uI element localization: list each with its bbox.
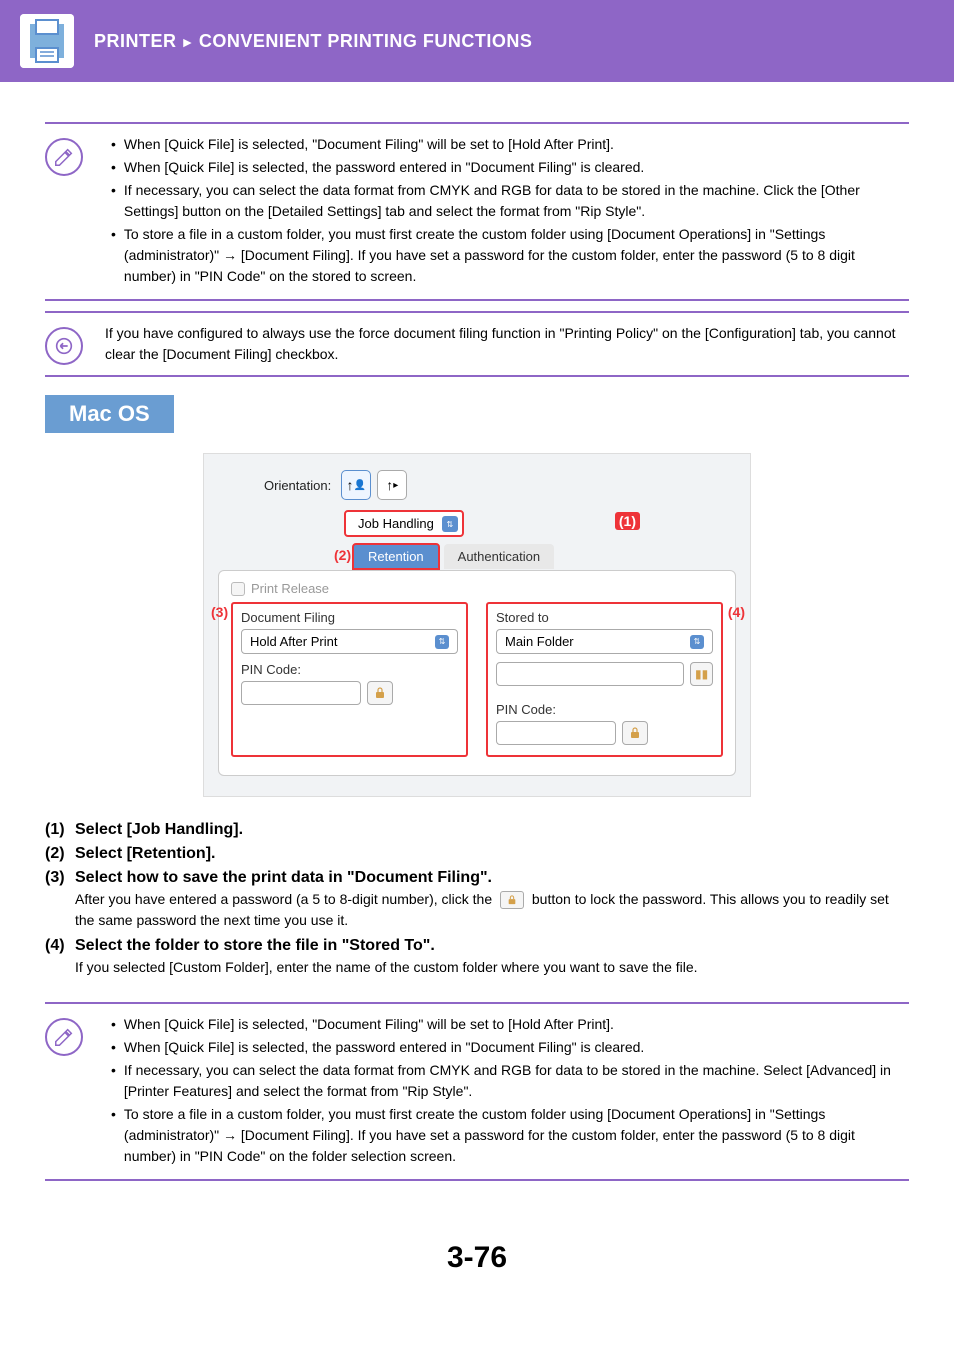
note-text: To store a file in a custom folder, you …	[124, 1104, 909, 1167]
doc-filing-label: Document Filing	[241, 610, 458, 625]
print-release-checkbox[interactable]	[231, 582, 245, 596]
note-bullet: •To store a file in a custom folder, you…	[105, 224, 909, 287]
tab-retention-label: Retention	[368, 549, 424, 564]
step-num: (4)	[45, 937, 75, 955]
note-bullet: •When [Quick File] is selected, "Documen…	[105, 134, 909, 155]
os-badge: Mac OS	[45, 395, 174, 433]
tab-authentication[interactable]: Authentication	[444, 544, 554, 569]
doc-filing-select[interactable]: Hold After Print ⇅	[241, 629, 458, 654]
stored-to-value: Main Folder	[505, 634, 574, 649]
note-bullet: •To store a file in a custom folder, you…	[105, 1104, 909, 1167]
pin-code-label: PIN Code:	[241, 662, 458, 677]
callout-4: (4)	[728, 604, 745, 620]
note-text: When [Quick File] is selected, "Document…	[124, 134, 614, 155]
folder-browse-button[interactable]: ▮▮	[690, 662, 713, 686]
policy-note-text: If you have configured to always use the…	[105, 325, 896, 362]
lock-button-2[interactable]	[622, 721, 648, 745]
doc-filing-value: Hold After Print	[250, 634, 337, 649]
note-text: When [Quick File] is selected, "Document…	[124, 1014, 614, 1035]
callout-2: (2)	[334, 547, 351, 563]
orientation-label: Orientation:	[264, 478, 331, 493]
print-dialog: Orientation: ↑👤 ↑▸ Job Handling ⇅ (1) (2…	[203, 453, 751, 797]
page-number: 3-76	[0, 1241, 954, 1315]
header-section: PRINTER	[94, 31, 177, 51]
lock-icon-inline	[500, 891, 524, 909]
tab-retention[interactable]: Retention	[352, 543, 440, 570]
note-bullet: •When [Quick File] is selected, the pass…	[105, 1037, 909, 1058]
pencil-icon	[45, 1018, 83, 1056]
pin-code-input-2[interactable]	[496, 721, 616, 745]
note-text: If necessary, you can select the data fo…	[124, 180, 909, 222]
chevron-right-icon: ►	[181, 34, 195, 50]
stored-to-group: (4) Stored to Main Folder ⇅ ▮▮ PIN Code:	[486, 602, 723, 757]
header-bar: PRINTER►CONVENIENT PRINTING FUNCTIONS	[0, 0, 954, 82]
callout-1: (1)	[615, 512, 640, 530]
note-bullet: •If necessary, you can select the data f…	[105, 180, 909, 222]
header-title: CONVENIENT PRINTING FUNCTIONS	[199, 31, 533, 51]
policy-note-block: If you have configured to always use the…	[45, 311, 909, 377]
callout-3: (3)	[211, 604, 228, 620]
note-text: When [Quick File] is selected, the passw…	[124, 1037, 644, 1058]
print-release-label: Print Release	[251, 581, 329, 596]
note-text: When [Quick File] is selected, the passw…	[124, 157, 644, 178]
step-title: Select [Job Handling].	[75, 821, 243, 839]
spinner-icon: ⇅	[435, 635, 449, 649]
stored-to-label: Stored to	[496, 610, 713, 625]
pin-code-input[interactable]	[241, 681, 361, 705]
step-title: Select [Retention].	[75, 845, 215, 863]
note-text: To store a file in a custom folder, you …	[124, 224, 909, 287]
step-num: (2)	[45, 845, 75, 863]
prohibit-icon	[45, 327, 83, 365]
step-title: Select the folder to store the file in "…	[75, 937, 435, 955]
print-release-row: Print Release	[231, 581, 723, 596]
pencil-icon	[45, 138, 83, 176]
step-num: (1)	[45, 821, 75, 839]
document-filing-group: (3) Document Filing Hold After Print ⇅ P…	[231, 602, 468, 757]
printer-icon	[20, 14, 74, 68]
spinner-icon: ⇅	[690, 635, 704, 649]
retention-panel: Print Release (3) Document Filing Hold A…	[218, 570, 736, 776]
orientation-portrait-button[interactable]: ↑👤	[341, 470, 371, 500]
note-block-bottom: •When [Quick File] is selected, "Documen…	[45, 1002, 909, 1181]
step-title: Select how to save the print data in "Do…	[75, 869, 492, 887]
step-body-text-a: After you have entered a password (a 5 t…	[75, 891, 496, 907]
breadcrumb: PRINTER►CONVENIENT PRINTING FUNCTIONS	[94, 31, 532, 52]
note-text: If necessary, you can select the data fo…	[124, 1060, 909, 1102]
note-block-top: •When [Quick File] is selected, "Documen…	[45, 122, 909, 301]
pin-code-label-2: PIN Code:	[496, 702, 713, 717]
step-body: After you have entered a password (a 5 t…	[45, 889, 909, 931]
spinner-icon: ⇅	[442, 516, 458, 532]
section-select-label: Job Handling	[358, 516, 434, 531]
stored-to-select[interactable]: Main Folder ⇅	[496, 629, 713, 654]
section-select[interactable]: Job Handling ⇅	[344, 510, 464, 537]
tab-auth-label: Authentication	[458, 549, 540, 564]
note-bullet: •When [Quick File] is selected, the pass…	[105, 157, 909, 178]
steps-list: (1)Select [Job Handling]. (2)Select [Ret…	[45, 821, 909, 978]
lock-button[interactable]	[367, 681, 393, 705]
orientation-landscape-button[interactable]: ↑▸	[377, 470, 407, 500]
step-num: (3)	[45, 869, 75, 887]
note-bullet: •If necessary, you can select the data f…	[105, 1060, 909, 1102]
step-body: If you selected [Custom Folder], enter t…	[45, 957, 909, 978]
note-bullet: •When [Quick File] is selected, "Documen…	[105, 1014, 909, 1035]
folder-name-input[interactable]	[496, 662, 684, 686]
